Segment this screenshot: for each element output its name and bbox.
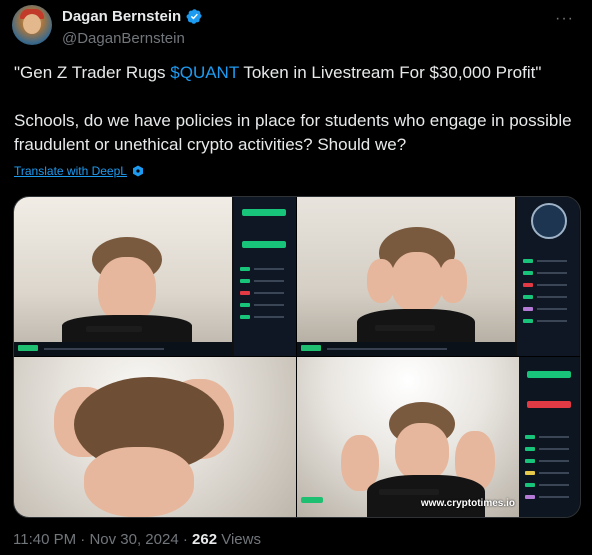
media-image-1[interactable]: [14, 197, 296, 356]
tweet-time[interactable]: 11:40 PM: [13, 531, 76, 548]
tweet-date[interactable]: Nov 30, 2024: [89, 531, 178, 548]
trade-row: [525, 447, 535, 451]
tweet-meta: 11:40 PM · Nov 30, 2024 · 262 Views: [13, 531, 261, 548]
trade-row: [240, 279, 250, 283]
author-handle[interactable]: @DaganBernstein: [62, 30, 185, 47]
stream-hud: [14, 342, 232, 356]
caption-banner: [375, 325, 435, 331]
stream-webcam-3: [14, 357, 296, 517]
trade-row: [525, 435, 535, 439]
trading-panel-4: [519, 357, 579, 517]
trade-row: [523, 271, 533, 275]
grid-divider-horizontal: [14, 356, 580, 357]
more-options-icon[interactable]: ···: [555, 10, 574, 28]
trade-row: [525, 471, 535, 475]
sell-button: [527, 401, 571, 408]
trading-panel-1: [234, 197, 296, 356]
buy-button: [242, 209, 286, 216]
tweet-media-grid[interactable]: www.cryptotimes.io: [13, 196, 581, 518]
buy-button: [527, 371, 571, 378]
views-count: 262: [192, 531, 218, 548]
place-trade-button: [242, 241, 286, 248]
translate-label: Translate with DeepL: [14, 164, 127, 178]
tweet-headline-pre: "Gen Z Trader Rugs: [14, 63, 171, 82]
trade-row: [525, 459, 535, 463]
trade-row: [240, 303, 250, 307]
verified-badge-icon: [186, 9, 202, 24]
right-hand: [439, 259, 467, 303]
caption-banner: [86, 326, 142, 332]
trade-row: [523, 295, 533, 299]
meta-separator: ·: [182, 531, 188, 548]
trade-row: [525, 483, 535, 487]
shirt: [367, 475, 485, 517]
left-hand: [367, 259, 395, 303]
cashtag-link[interactable]: $QUANT: [170, 63, 239, 82]
media-watermark: www.cryptotimes.io: [420, 498, 515, 509]
tweet-headline: "Gen Z Trader Rugs $QUANT Token in Lives…: [14, 61, 574, 85]
green-badge: [301, 497, 323, 503]
trade-row: [523, 259, 533, 263]
tweet-body: Schools, do we have policies in place fo…: [14, 111, 572, 154]
author-display-name[interactable]: Dagan Bernstein: [62, 8, 181, 25]
avatar-face: [23, 14, 41, 34]
trade-row: [240, 291, 250, 295]
face: [395, 423, 449, 481]
grid-divider-vertical: [296, 197, 297, 517]
trading-panel-2: [517, 197, 579, 356]
deepl-icon: [132, 165, 143, 177]
stream-logo: [531, 203, 567, 239]
stream-webcam-2: [297, 197, 515, 356]
views-label: Views: [221, 531, 261, 548]
translate-link[interactable]: Translate with DeepL: [14, 164, 144, 178]
trade-row: [240, 315, 250, 319]
stream-webcam-1: [14, 197, 232, 356]
tweet-text: "Gen Z Trader Rugs $QUANT Token in Lives…: [14, 61, 574, 157]
caption-banner: [379, 489, 439, 495]
trade-row: [523, 307, 533, 311]
trade-row: [525, 495, 535, 499]
media-image-3[interactable]: [14, 357, 296, 517]
media-image-2[interactable]: [297, 197, 579, 356]
face: [98, 257, 156, 323]
trade-row: [523, 283, 533, 287]
stream-hud: [297, 342, 515, 356]
tweet-headline-post: Token in Livestream For $30,000 Profit": [238, 63, 542, 82]
meta-separator: ·: [80, 531, 86, 548]
face: [391, 252, 443, 312]
stream-webcam-4: [297, 357, 519, 517]
trade-row: [523, 319, 533, 323]
face: [84, 447, 194, 517]
media-image-4[interactable]: www.cryptotimes.io: [297, 357, 579, 517]
trade-row: [240, 267, 250, 271]
avatar[interactable]: [12, 5, 52, 45]
author-name-row: Dagan Bernstein: [62, 8, 203, 25]
